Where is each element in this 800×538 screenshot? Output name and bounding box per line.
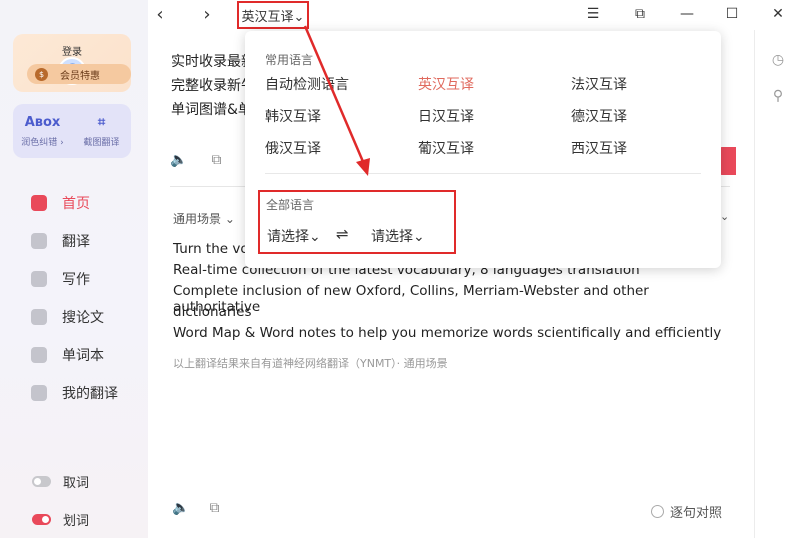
lang-option-es-zh[interactable]: 西汉互译 xyxy=(571,138,627,158)
sidebar-item-label: 搜论文 xyxy=(62,310,104,326)
language-selector[interactable]: 英汉互译⌄ xyxy=(237,1,309,29)
swap-icon[interactable]: ⇌ xyxy=(336,225,349,243)
lang-option-en-zh[interactable]: 英汉互译 xyxy=(418,74,474,94)
sidebar-item-label: 我的翻译 xyxy=(62,386,118,402)
scene-selector[interactable]: 通用场景 ⌄ xyxy=(173,210,235,227)
top-bar: ‹ › 英汉互译⌄ ☰ ⧉ — ☐ ✕ xyxy=(148,0,800,30)
all-languages-title: 全部语言 xyxy=(266,198,315,212)
result-line: dictionaries xyxy=(173,304,252,320)
lang-option-ja-zh[interactable]: 日汉互译 xyxy=(418,106,474,126)
common-languages-title: 常用语言 xyxy=(265,53,314,67)
speaker-icon[interactable]: 🔈 xyxy=(170,152,187,168)
source-actions: 🔈 ⧉ xyxy=(170,152,221,168)
home-icon xyxy=(30,194,48,212)
right-toolbar: ◷ ⚲ xyxy=(754,30,800,538)
result-actions: 🔈 ⧉ xyxy=(172,500,219,516)
sidebar-item-label: 写作 xyxy=(62,272,90,288)
forward-button[interactable]: › xyxy=(197,4,217,25)
minimize-button[interactable]: — xyxy=(679,6,695,22)
login-card[interactable]: 登录 $ 会员特惠 xyxy=(13,34,131,92)
tool-card: Aʙox 润色纠错 › ⌗ 截图翻译 xyxy=(13,104,131,158)
lang-option-ko-zh[interactable]: 韩汉互译 xyxy=(265,106,321,126)
sidebar-item-my-translations[interactable]: 我的翻译 xyxy=(30,374,118,412)
target-language-select[interactable]: 请选择⌄ xyxy=(371,226,425,246)
login-label[interactable]: 登录 xyxy=(13,43,131,58)
sidebar-item-wordbook[interactable]: 单词本 xyxy=(30,336,118,374)
sidebar-item-label: 单词本 xyxy=(62,348,104,364)
source-language-select[interactable]: 请选择⌄ xyxy=(267,226,321,246)
lang-option-fr-zh[interactable]: 法汉互译 xyxy=(571,74,627,94)
translate-icon xyxy=(30,232,48,250)
select-translate-toggle[interactable] xyxy=(32,513,51,525)
word-pick-toggle[interactable] xyxy=(32,475,51,487)
sidebar-nav: 首页 翻译 写作 搜论文 单词本 我的翻译 xyxy=(30,184,118,412)
mini-mode-icon[interactable]: ⧉ xyxy=(632,6,648,22)
settings-icon[interactable]: ⚲ xyxy=(770,88,786,104)
sidebar-item-translate[interactable]: 翻译 xyxy=(30,222,118,260)
all-languages-section: 全部语言 请选择⌄ ⇌ 请选择⌄ xyxy=(258,190,456,254)
copy-icon[interactable]: ⧉ xyxy=(211,152,221,168)
source-text-line[interactable]: 实时收录最新 xyxy=(171,51,255,71)
sidebar-item-home[interactable]: 首页 xyxy=(30,184,118,222)
close-button[interactable]: ✕ xyxy=(770,6,786,22)
coin-icon: $ xyxy=(35,67,48,81)
chevron-down-icon[interactable]: ⌄ xyxy=(720,210,729,223)
copy-icon[interactable]: ⧉ xyxy=(209,500,219,516)
abox-icon: Aʙox xyxy=(24,114,61,130)
word-pick-label: 取词 xyxy=(63,475,90,491)
write-icon xyxy=(30,270,48,288)
toggle-group: 取词 划词 xyxy=(32,462,89,538)
word-pick-toggle-row[interactable]: 取词 xyxy=(32,462,89,500)
history-icon[interactable]: ◷ xyxy=(770,52,786,68)
radio-button[interactable] xyxy=(651,505,664,518)
source-text-line[interactable]: 单词图谱&单 xyxy=(171,99,252,119)
language-dropdown: 常用语言 自动检测语言 英汉互译 法汉互译 韩汉互译 日汉互译 德汉互译 俄汉互… xyxy=(245,31,721,268)
lang-option-auto[interactable]: 自动检测语言 xyxy=(265,74,349,94)
screenshot-translate-label: 截图翻译 xyxy=(83,138,120,148)
lang-option-de-zh[interactable]: 德汉互译 xyxy=(571,106,627,126)
sidebar: 登录 $ 会员特惠 Aʙox 润色纠错 › ⌗ 截图翻译 首页 翻译 写作 搜论… xyxy=(0,0,148,538)
lang-option-pt-zh[interactable]: 葡汉互译 xyxy=(418,138,474,158)
select-translate-toggle-row[interactable]: 划词 xyxy=(32,500,89,538)
sidebar-item-label: 首页 xyxy=(62,196,90,212)
select-translate-label: 划词 xyxy=(63,513,90,529)
sentence-compare-label: 逐句对照 xyxy=(670,506,723,521)
my-translation-icon xyxy=(30,384,48,402)
vip-button[interactable]: $ 会员特惠 xyxy=(27,64,131,84)
crop-icon: ⌗ xyxy=(97,114,106,130)
vip-label: 会员特惠 xyxy=(60,70,100,82)
wordbook-icon xyxy=(30,346,48,364)
sidebar-item-label: 翻译 xyxy=(62,234,90,250)
paper-icon xyxy=(30,308,48,326)
screenshot-translate-button[interactable]: ⌗ 截图翻译 xyxy=(72,104,131,158)
translation-credit: 以上翻译结果来自有道神经网络翻译（YNMT）· 通用场景 xyxy=(173,357,448,370)
speaker-icon[interactable]: 🔈 xyxy=(172,500,189,516)
source-text-line[interactable]: 完整收录新牛 xyxy=(171,75,255,95)
sidebar-item-papers[interactable]: 搜论文 xyxy=(30,298,118,336)
sentence-compare-toggle[interactable]: 逐句对照 xyxy=(651,502,722,521)
lang-option-ru-zh[interactable]: 俄汉互译 xyxy=(265,138,321,158)
dropdown-divider xyxy=(265,173,701,174)
polish-tool-button[interactable]: Aʙox 润色纠错 › xyxy=(13,104,72,158)
sidebar-item-write[interactable]: 写作 xyxy=(30,260,118,298)
maximize-button[interactable]: ☐ xyxy=(724,6,740,22)
menu-icon[interactable]: ☰ xyxy=(585,6,601,22)
result-line: Word Map & Word notes to help you memori… xyxy=(173,325,722,341)
back-button[interactable]: ‹ xyxy=(150,4,170,25)
polish-tool-label: 润色纠错 › xyxy=(21,138,64,148)
